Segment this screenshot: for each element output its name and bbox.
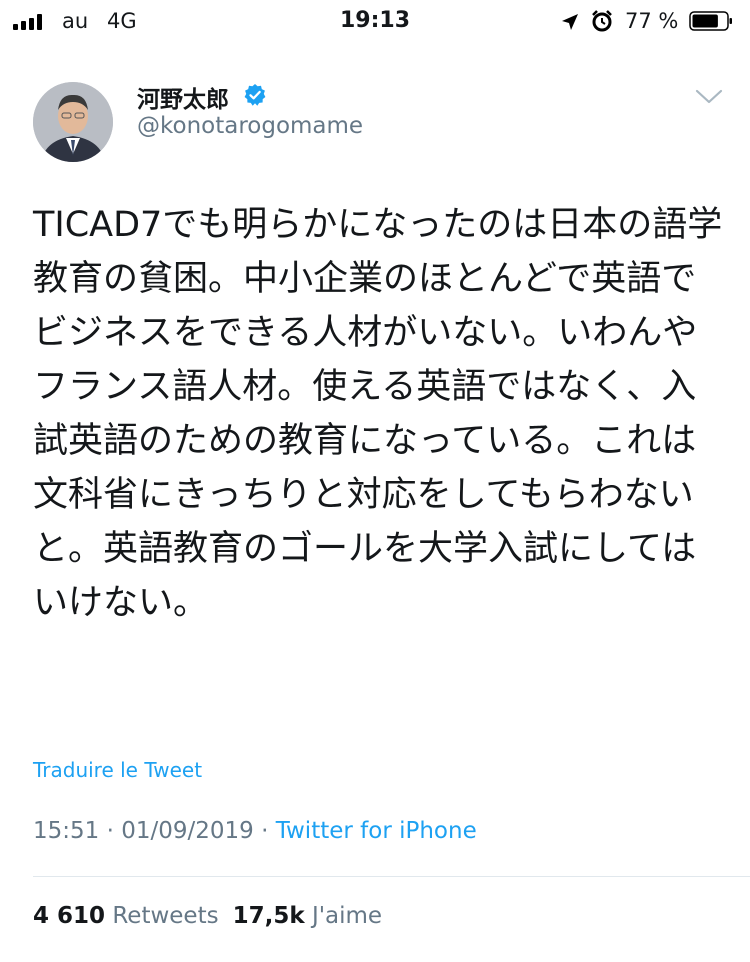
meta-separator: · <box>261 818 269 844</box>
display-name[interactable]: 河野太郎 <box>137 80 229 114</box>
translate-tweet-link[interactable]: Traduire le Tweet <box>33 758 202 782</box>
tweet-time: 15:51 <box>33 818 100 844</box>
divider <box>33 876 750 877</box>
avatar-image <box>33 82 113 162</box>
tweet-text: TICAD7でも明らかになったのは日本の語学教育の貧困。中小企業のほとんどで英語… <box>33 205 723 623</box>
battery-icon <box>689 11 732 31</box>
tweet-source-link[interactable]: Twitter for iPhone <box>276 818 477 844</box>
tweet-date: 01/09/2019 <box>121 818 254 844</box>
likes-label: J'aime <box>311 903 383 929</box>
avatar[interactable] <box>33 82 113 162</box>
user-handle[interactable]: @konotarogomame <box>137 113 363 139</box>
likes-stat[interactable]: 17,5k J'aime <box>233 903 383 929</box>
battery-percent: 77 % <box>625 9 679 33</box>
meta-separator: · <box>106 818 114 844</box>
retweets-count: 4 610 <box>33 903 106 929</box>
location-icon <box>562 14 578 30</box>
likes-count: 17,5k <box>232 903 305 929</box>
status-bar: au 4G 19:13 77 % <box>0 0 750 40</box>
verified-badge-icon <box>244 84 266 106</box>
alarm-icon <box>592 10 612 32</box>
tweet-meta: 15:51 · 01/09/2019 · Twitter for iPhone <box>33 818 477 844</box>
chevron-down-icon[interactable] <box>694 88 724 106</box>
retweets-stat[interactable]: 4 610 Retweets <box>33 903 219 929</box>
retweets-label: Retweets <box>112 903 219 929</box>
tweet-stats: 4 610 Retweets 17,5k J'aime <box>33 903 382 929</box>
